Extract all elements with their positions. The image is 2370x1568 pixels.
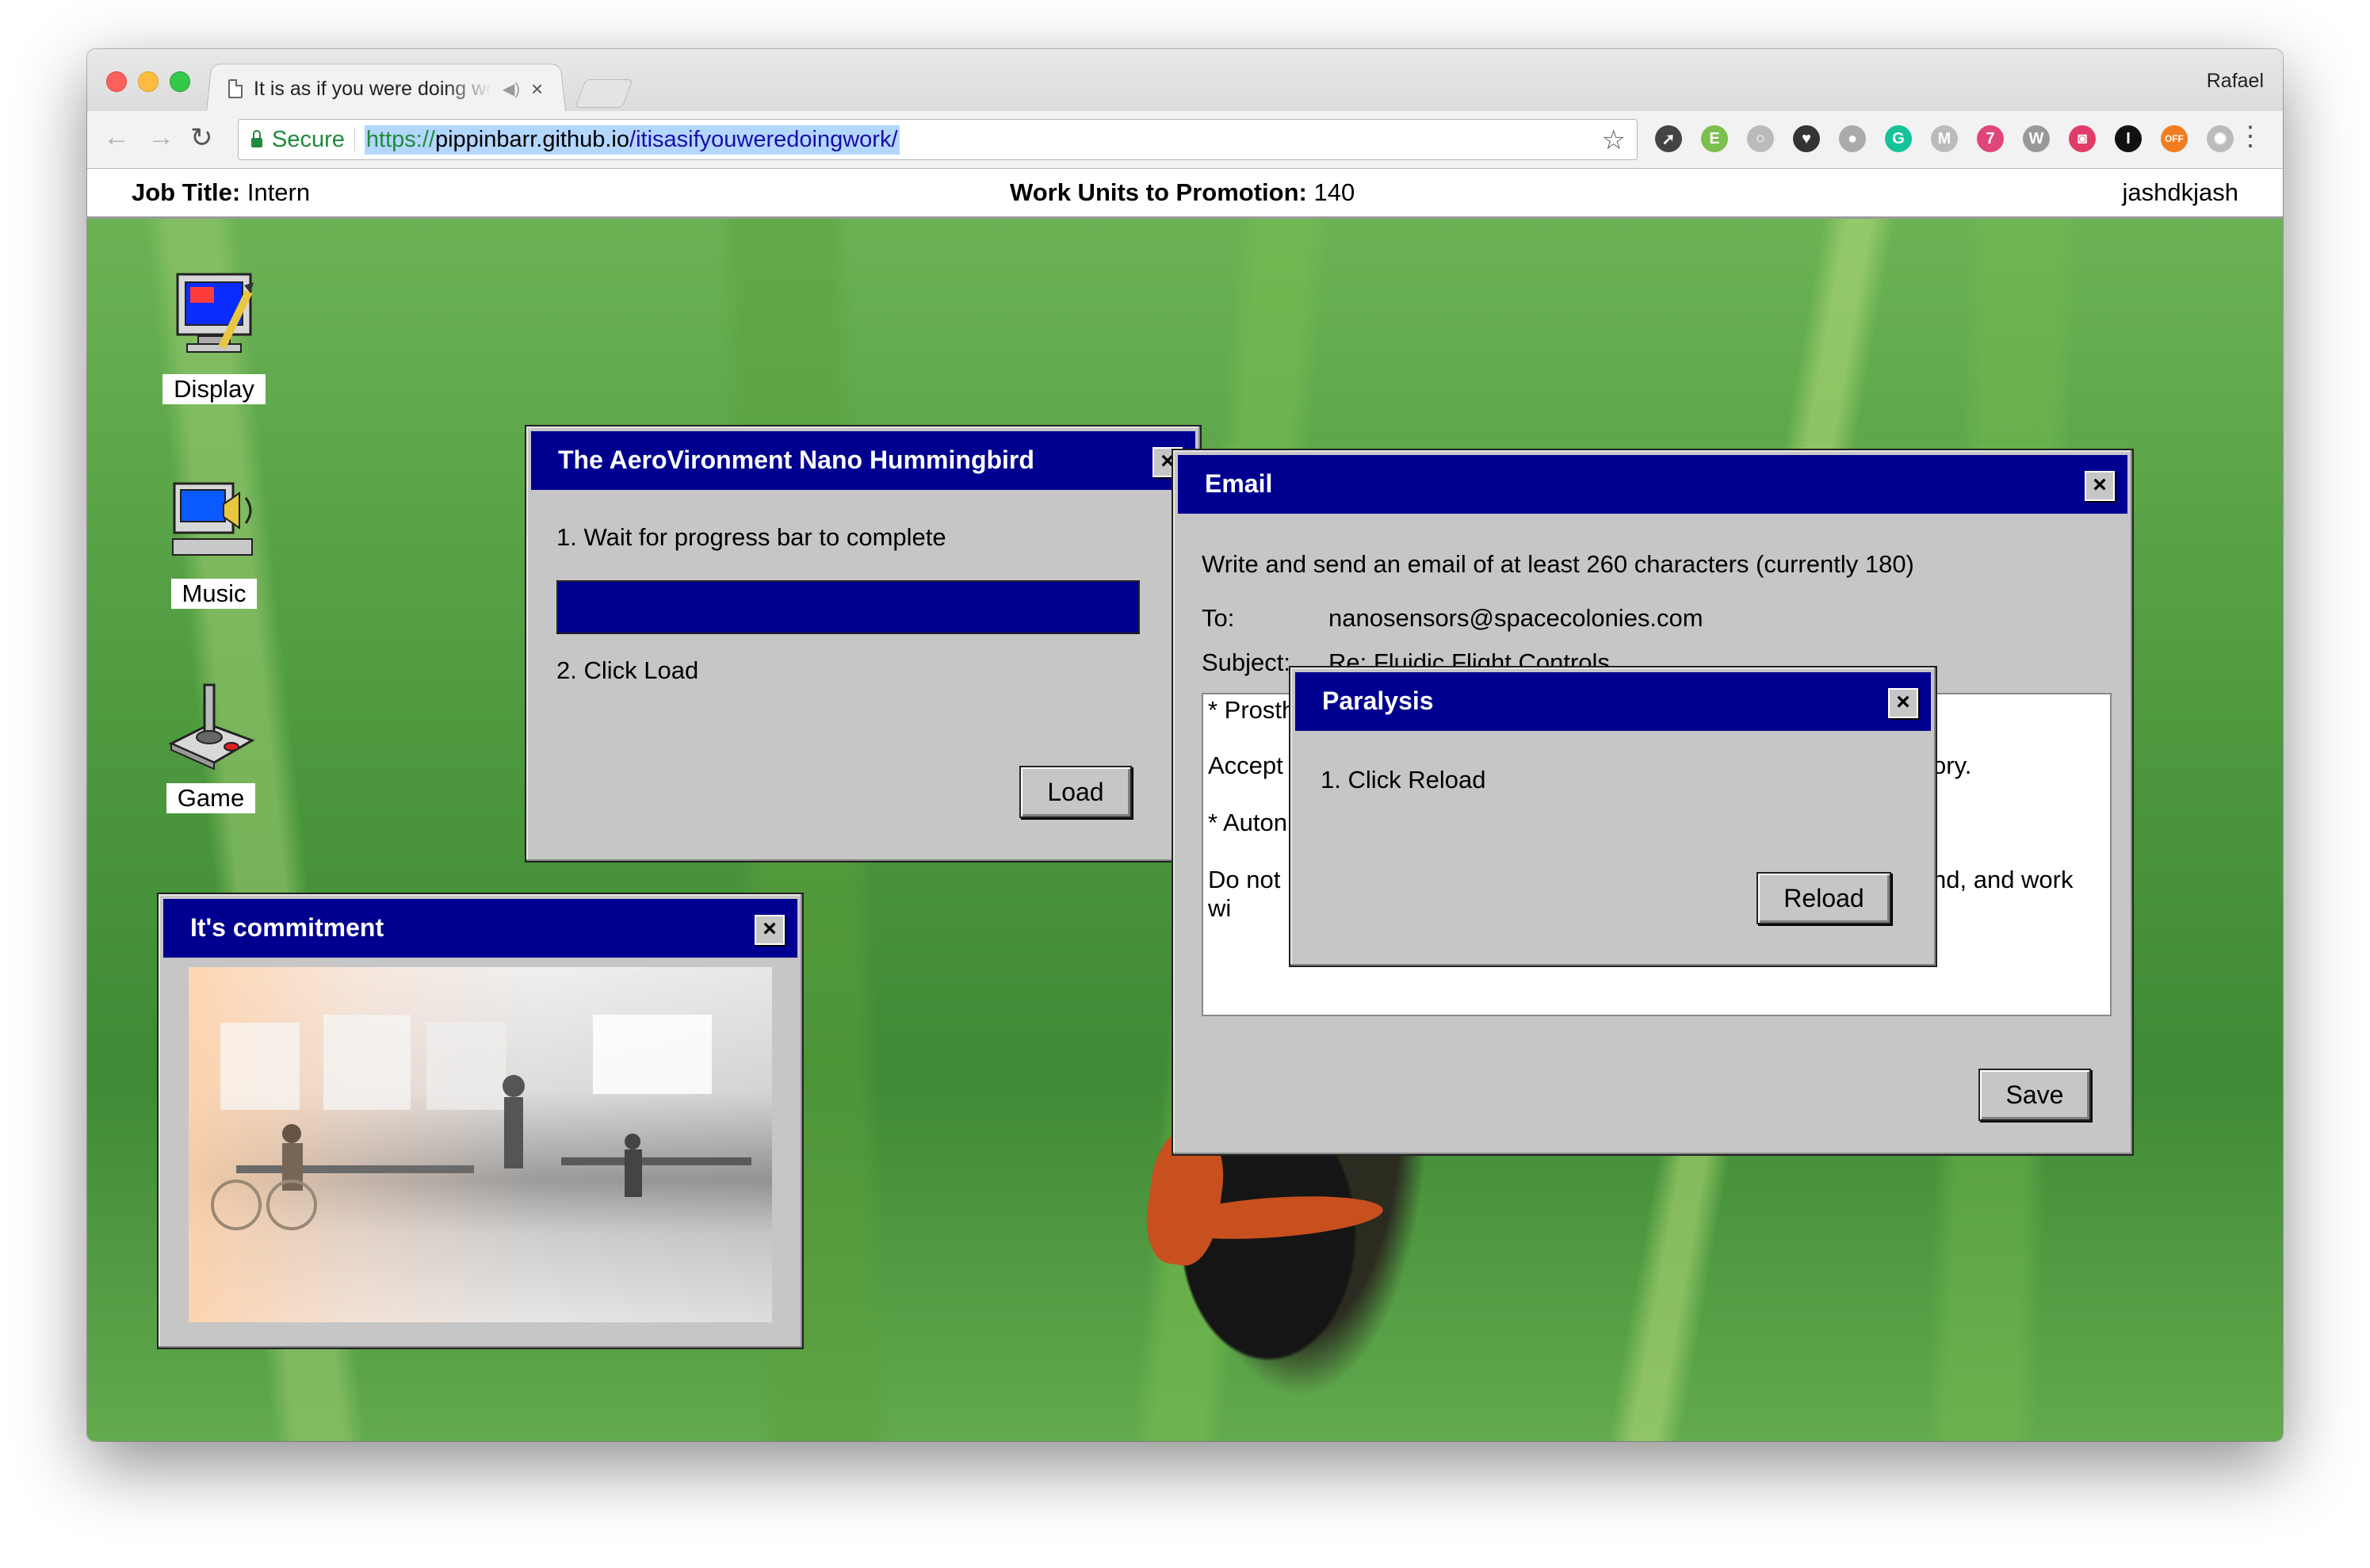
subject-label: Subject: xyxy=(1202,648,1291,676)
circle-ext-icon[interactable]: ○ xyxy=(1747,125,1774,152)
job-title-label: Job Title: xyxy=(132,178,241,206)
music-desktop-icon[interactable]: Music xyxy=(151,472,277,609)
url-host: pippinbarr.github.io xyxy=(434,126,630,152)
evernote-icon[interactable]: E xyxy=(1701,125,1728,152)
address-bar[interactable]: Secure https://pippinbarr.github.io/itis… xyxy=(238,119,1638,160)
close-window-button[interactable] xyxy=(106,71,127,92)
extension-icons: ➚ E ○ ♥ ● G M 7 W ◙ I OFF ✺ xyxy=(1655,125,2234,152)
load-button[interactable]: Load xyxy=(1019,766,1132,818)
to-field[interactable]: nanosensors@spacecolonies.com xyxy=(1328,604,1703,633)
display-desktop-icon[interactable]: Display xyxy=(151,268,277,404)
back-arrow-icon[interactable]: ← xyxy=(103,122,130,153)
tab-close-icon[interactable]: × xyxy=(531,77,543,101)
body-line: wi xyxy=(1208,894,1232,922)
hummingbird-window: The AeroVironment Nano Hummingbird × 1. … xyxy=(525,425,1202,862)
tab-title: It is as if you were doing work xyxy=(254,77,491,100)
gear-ext-icon[interactable]: ✺ xyxy=(2207,125,2234,152)
dot-ext-icon[interactable]: ● xyxy=(1839,125,1866,152)
body-line: * Prosth xyxy=(1208,696,1296,724)
username: jashdkjash xyxy=(2122,178,2238,206)
url-text[interactable]: https://pippinbarr.github.io/itisasifyou… xyxy=(364,124,900,155)
office-photo xyxy=(189,967,772,1322)
paralysis-titlebar[interactable]: Paralysis × xyxy=(1295,672,1931,731)
instapaper-icon[interactable]: I xyxy=(2115,125,2142,152)
tab-content: It is as if you were doing work ◀) × xyxy=(228,71,545,106)
work-units: Work Units to Promotion: 140 xyxy=(1010,178,1355,207)
paralysis-window: Paralysis × 1. Click Reload Reload xyxy=(1289,666,1937,967)
paralysis-title: Paralysis xyxy=(1322,686,1434,715)
browser-toolbar: ← → ↻ Secure https://pippinbarr.github.i… xyxy=(87,111,2283,169)
email-titlebar[interactable]: Email × xyxy=(1178,455,2127,514)
work-units-value: 140 xyxy=(1313,178,1355,206)
status-bar: Job Title: Intern Work Units to Promotio… xyxy=(87,169,2283,219)
progress-bar xyxy=(556,580,1140,634)
lock-icon xyxy=(251,130,262,147)
desktop: Display Music Game The AeroVironment Nan… xyxy=(87,219,2283,1441)
new-tab-button[interactable] xyxy=(575,79,633,108)
music-label: Music xyxy=(170,579,258,609)
menu-kebab-icon[interactable]: ⋮ xyxy=(2237,120,2264,152)
job-title-value: Intern xyxy=(247,178,311,206)
rocket-icon[interactable]: ➚ xyxy=(1655,125,1682,152)
pocket-icon[interactable]: ♥ xyxy=(1793,125,1820,152)
commitment-titlebar[interactable]: It's commitment × xyxy=(163,899,797,958)
m-ext-icon[interactable]: M xyxy=(1931,125,1958,152)
job-title: Job Title: Intern xyxy=(132,178,310,207)
wikipedia-icon[interactable]: W xyxy=(2023,125,2050,152)
commitment-title: It's commitment xyxy=(190,913,384,942)
body-line: Do not xyxy=(1208,866,1281,893)
speaker-computer-icon xyxy=(166,472,262,568)
hummingbird-title: The AeroVironment Nano Hummingbird xyxy=(558,446,1034,474)
tab-strip: It is as if you were doing work ◀) × Raf… xyxy=(87,49,2283,112)
url-scheme: https:// xyxy=(365,126,435,152)
game-label: Game xyxy=(166,783,256,813)
page: Job Title: Intern Work Units to Promotio… xyxy=(87,169,2283,1441)
close-icon[interactable]: × xyxy=(1888,688,1918,718)
close-icon[interactable]: × xyxy=(755,915,785,945)
camera-ext-icon[interactable]: ◙ xyxy=(2069,125,2096,152)
url-path: /itisasifyouweredoingwork/ xyxy=(629,126,898,152)
save-button[interactable]: Save xyxy=(1978,1069,2091,1121)
body-line: nd, and work xyxy=(1932,866,2074,893)
work-units-label: Work Units to Promotion: xyxy=(1010,178,1307,206)
browser-window: It is as if you were doing work ◀) × Raf… xyxy=(87,49,2283,1441)
hummingbird-titlebar[interactable]: The AeroVironment Nano Hummingbird × xyxy=(531,431,1195,490)
body-line: ory. xyxy=(1932,751,1972,779)
display-label: Display xyxy=(162,374,266,404)
forward-arrow-icon[interactable]: → xyxy=(147,122,174,153)
grammarly-icon[interactable]: G xyxy=(1885,125,1912,152)
paralysis-step1: 1. Click Reload xyxy=(1321,766,1486,794)
divider xyxy=(354,128,355,151)
page-icon xyxy=(228,79,243,98)
to-label: To: xyxy=(1202,604,1235,632)
email-title: Email xyxy=(1205,469,1273,498)
joystick-icon xyxy=(163,677,258,772)
bookmark-star-icon[interactable]: ☆ xyxy=(1602,124,1626,156)
monitor-icon xyxy=(166,268,262,363)
commitment-window: It's commitment × xyxy=(157,893,804,1349)
body-line: Accept xyxy=(1208,751,1283,779)
hummingbird-step2: 2. Click Load xyxy=(556,656,699,684)
reload-icon[interactable]: ↻ xyxy=(190,122,213,154)
hummingbird-step1: 1. Wait for progress bar to complete xyxy=(556,523,946,551)
email-instructions: Write and send an email of at least 260 … xyxy=(1202,550,1914,578)
minimize-window-button[interactable] xyxy=(138,71,159,92)
reload-button[interactable]: Reload xyxy=(1756,872,1891,924)
off-ext-icon[interactable]: OFF xyxy=(2161,125,2188,152)
profile-name[interactable]: Rafael xyxy=(2207,70,2264,93)
close-icon[interactable]: × xyxy=(2085,471,2115,501)
game-desktop-icon[interactable]: Game xyxy=(147,677,274,813)
body-line: * Auton xyxy=(1208,809,1287,836)
speaker-icon[interactable]: ◀) xyxy=(503,79,520,99)
maximize-window-button[interactable] xyxy=(170,71,190,92)
seven-ext-icon[interactable]: 7 xyxy=(1977,125,2004,152)
secure-label: Secure xyxy=(272,126,345,152)
